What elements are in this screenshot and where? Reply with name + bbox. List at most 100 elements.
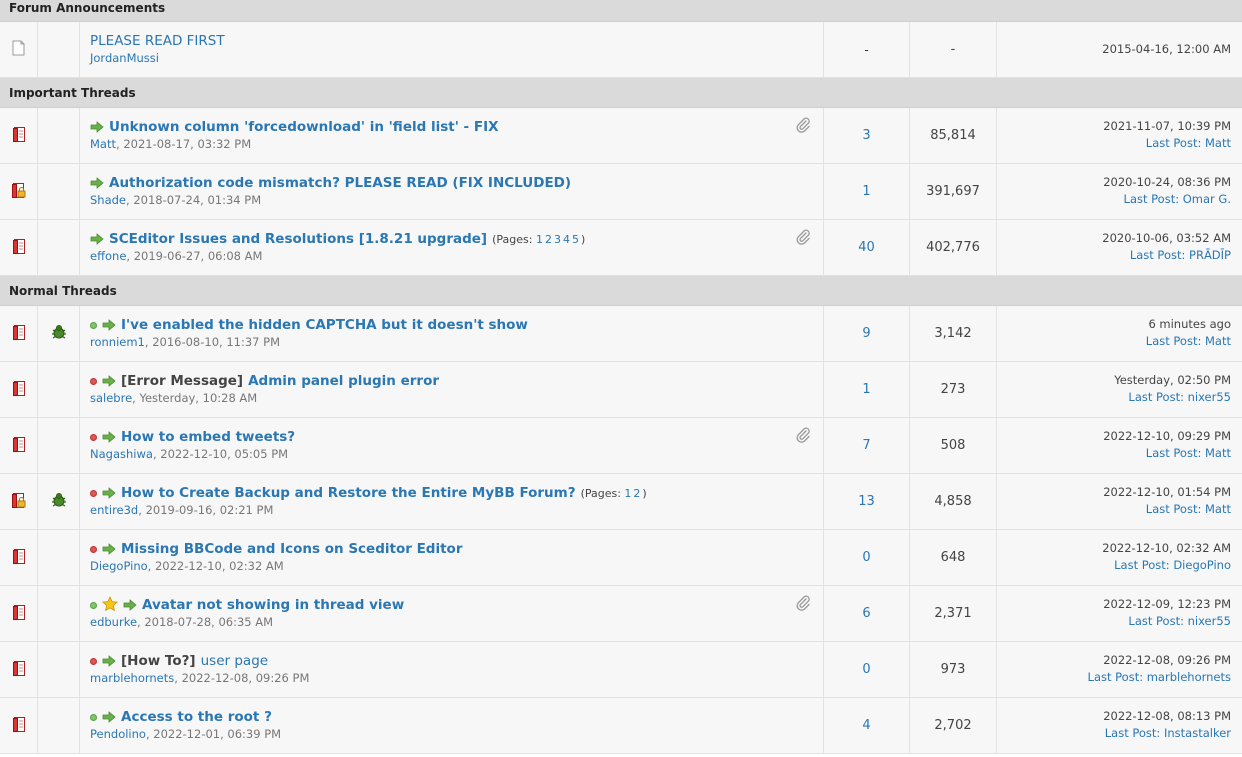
green-status-dot-icon [90,321,97,329]
thread-folder-icon [12,660,26,680]
replies-link[interactable]: 0 [862,550,870,565]
last-post-date: 2022-12-10, 09:29 PM [1103,429,1231,443]
thread-title-link[interactable]: Missing BBCode and Icons on Sceditor Edi… [121,541,463,557]
views-count: 3,142 [910,306,997,361]
author-link[interactable]: DiegoPino [90,559,148,573]
last-post-label: Last Post: [1128,614,1184,628]
author-link[interactable]: salebre [90,391,132,405]
author-link[interactable]: Matt [90,137,116,151]
last-post-link[interactable]: Last Post: Matt [1146,136,1231,150]
last-post-link[interactable]: Last Post: Matt [1146,502,1231,516]
thread-icon-cell [38,530,80,585]
bug-icon [50,491,68,512]
last-post-date: 2015-04-16, 12:00 AM [1102,42,1231,56]
thread-folder-icon [12,548,26,568]
paperclip-icon [795,594,811,615]
thread-title-link[interactable]: user page [201,653,268,669]
right-arrow-icon[interactable] [123,599,137,611]
page-link[interactable]: 5 [572,233,579,246]
replies-link[interactable]: 6 [862,606,870,621]
replies-link[interactable]: 7 [862,438,870,453]
thread-list: Forum Announcements PLEASE READ FIRST Jord… [0,0,1242,754]
page-link[interactable]: 4 [563,233,570,246]
last-post-label: Last Post: [1104,726,1161,740]
thread-subject-cell: Access to the root ? Pendolino, 2022-12-0… [80,698,824,753]
right-arrow-icon[interactable] [90,233,104,245]
replies-link[interactable]: 1 [862,382,870,397]
author-link[interactable]: JordanMussi [90,51,159,65]
page-link[interactable]: 3 [554,233,561,246]
thread-title-link[interactable]: How to Create Backup and Restore the Ent… [121,485,576,501]
replies-link[interactable]: 40 [858,240,875,255]
thread-icon-cell [38,220,80,275]
author-link[interactable]: Pendolino [90,727,146,741]
thread-title-link[interactable]: SCEditor Issues and Resolutions [1.8.21 … [109,231,487,247]
table-row: Avatar not showing in thread view edburke… [0,586,1242,642]
thread-title-link[interactable]: Access to the root ? [121,709,272,725]
table-row: I've enabled the hidden CAPTCHA but it d… [0,306,1242,362]
right-arrow-icon[interactable] [102,319,116,331]
thread-meta: salebre, Yesterday, 10:28 AM [90,391,258,405]
thread-title-link[interactable]: Avatar not showing in thread view [142,597,404,613]
last-post-link[interactable]: Last Post: Instastalker [1105,726,1231,740]
last-post-link[interactable]: Last Post: Omar G. [1124,192,1231,206]
last-post-link[interactable]: Last Post: Matt [1146,334,1231,348]
last-post-label: Last Post: [1145,502,1202,516]
thread-title-link[interactable]: How to embed tweets? [121,429,295,445]
thread-subject-cell: SCEditor Issues and Resolutions [1.8.21 … [80,220,824,275]
title-line: How to embed tweets? [90,428,813,446]
thread-folder-icon [12,380,26,400]
page-link[interactable]: 2 [545,233,552,246]
author-link[interactable]: effone [90,249,126,263]
thread-subject-cell: Avatar not showing in thread view edburke… [80,586,824,641]
replies-link[interactable]: 13 [858,494,875,509]
last-post-link[interactable]: Last Post: nixer55 [1128,390,1231,404]
right-arrow-icon[interactable] [102,543,116,555]
star-icon [101,595,119,615]
title-line: SCEditor Issues and Resolutions [1.8.21 … [90,230,813,248]
last-post-user: Matt [1205,502,1231,516]
thread-title-link[interactable]: Unknown column 'forcedownload' in 'field… [109,119,499,135]
right-arrow-icon[interactable] [102,487,116,499]
replies-cell: 0 [824,530,910,585]
replies-link[interactable]: 1 [862,184,870,199]
right-arrow-icon[interactable] [102,711,116,723]
replies-cell: 4 [824,698,910,753]
last-post-link[interactable]: Last Post: DiegoPino [1114,558,1231,572]
thread-status-cell [0,164,38,219]
page-link[interactable]: 2 [633,487,640,500]
thread-title-link[interactable]: Admin panel plugin error [248,373,439,389]
last-post-link[interactable]: Last Post: nixer55 [1128,614,1231,628]
right-arrow-icon[interactable] [90,121,104,133]
right-arrow-icon[interactable] [102,655,116,667]
thread-title-link[interactable]: PLEASE READ FIRST [90,33,225,49]
thread-status-cell [0,362,38,417]
replies-link[interactable]: 4 [862,718,870,733]
last-post-link[interactable]: Last Post: PRĀDĪP [1130,248,1231,262]
last-post-link[interactable]: Last Post: marblehornets [1088,670,1231,684]
right-arrow-icon[interactable] [90,177,104,189]
page-link[interactable]: 1 [536,233,543,246]
thread-date: 2022-12-10, 05:05 PM [160,447,289,461]
replies-link[interactable]: 3 [862,128,870,143]
thread-title-link[interactable]: I've enabled the hidden CAPTCHA but it d… [121,317,528,333]
page-link[interactable]: 1 [624,487,631,500]
author-link[interactable]: entire3d [90,503,138,517]
author-link[interactable]: Shade [90,193,126,207]
thread-status-cell [0,108,38,163]
author-link[interactable]: ronniem1 [90,335,145,349]
thread-subject-cell: How to embed tweets? Nagashiwa, 2022-12-1… [80,418,824,473]
last-post-user: DiegoPino [1173,558,1231,572]
last-post-line: Last Post: Matt [997,135,1231,152]
author-link[interactable]: marblehornets [90,671,174,685]
last-post-link[interactable]: Last Post: Matt [1146,446,1231,460]
replies-link[interactable]: 0 [862,662,870,677]
last-post-cell: 2022-12-10, 01:54 PM Last Post: Matt [997,474,1242,529]
replies-link[interactable]: 9 [862,326,870,341]
right-arrow-icon[interactable] [102,431,116,443]
replies-cell: 9 [824,306,910,361]
right-arrow-icon[interactable] [102,375,116,387]
author-link[interactable]: edburke [90,615,137,629]
thread-title-link[interactable]: Authorization code mismatch? PLEASE READ… [109,175,571,191]
author-link[interactable]: Nagashiwa [90,447,153,461]
